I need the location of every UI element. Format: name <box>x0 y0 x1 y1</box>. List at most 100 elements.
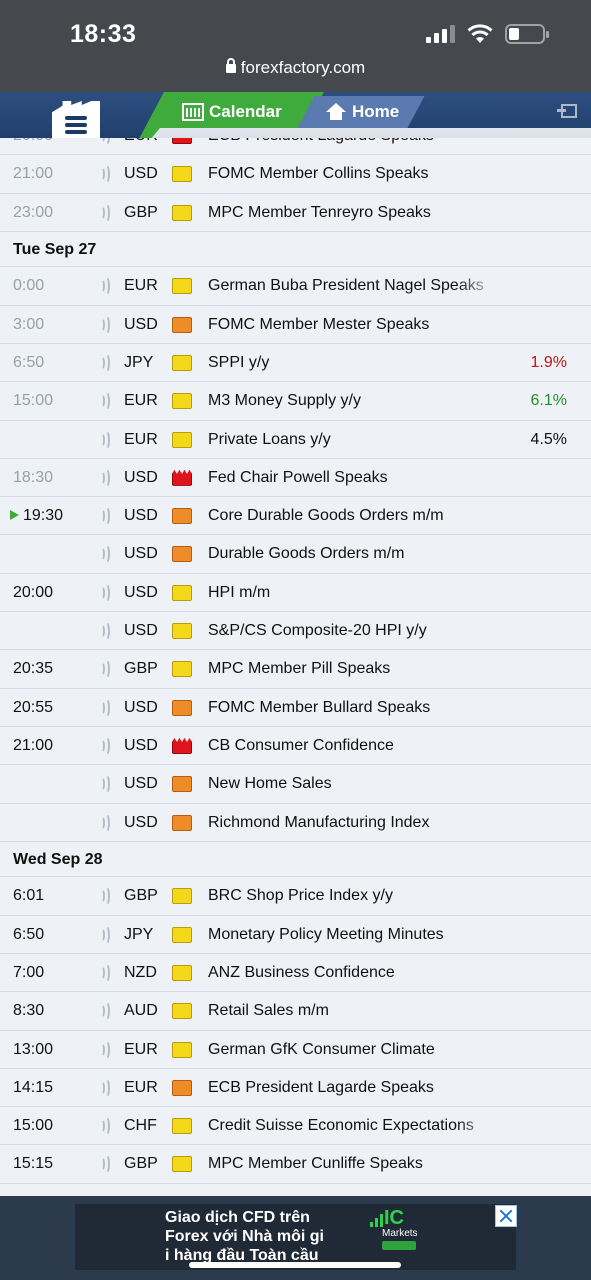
yellow-impact-folder-icon <box>172 964 192 981</box>
calendar-row[interactable]: USD Durable Goods Orders m/m <box>0 535 591 574</box>
sound-alert-icon[interactable] <box>99 202 111 223</box>
calendar-row[interactable]: 20:00 USD HPI m/m <box>0 573 591 613</box>
event-title[interactable]: MPC Member Tenreyro Speaks <box>208 204 500 222</box>
sound-alert-icon[interactable] <box>99 506 111 527</box>
event-title[interactable]: Core Durable Goods Orders m/m <box>208 507 500 525</box>
calendar-row[interactable]: 20:35 GBP MPC Member Pill Speaks <box>0 650 591 689</box>
calendar-row[interactable]: 20:55 USD FOMC Member Bullard Speaks <box>0 688 591 727</box>
sound-alert-icon[interactable] <box>99 582 111 603</box>
calendar-row[interactable]: 6:01 GBP BRC Shop Price Index y/y <box>0 877 591 916</box>
sound-alert-icon[interactable] <box>99 276 111 297</box>
yellow-impact-folder-icon <box>172 1003 192 1020</box>
sound-alert-icon[interactable] <box>99 391 111 412</box>
calendar-row[interactable]: 3:00 USD FOMC Member Mester Speaks <box>0 305 591 344</box>
event-title[interactable]: FOMC Member Collins Speaks <box>208 165 500 183</box>
event-title[interactable]: FOMC Member Bullard Speaks <box>208 699 500 717</box>
event-title[interactable]: German GfK Consumer Climate <box>208 1041 500 1059</box>
sound-alert-icon[interactable] <box>99 774 111 795</box>
event-title[interactable]: Fed Chair Powell Speaks <box>208 469 500 487</box>
event-title[interactable]: German Buba President Nagel Speaks <box>208 277 500 295</box>
calendar-row[interactable]: USD Richmond Manufacturing Index <box>0 803 591 842</box>
calendar-row[interactable]: 7:00 NZD ANZ Business Confidence <box>0 953 591 993</box>
calendar-row[interactable]: 15:15 GBP MPC Member Cunliffe Speaks <box>0 1145 591 1184</box>
event-title[interactable]: S&P/CS Composite-20 HPI y/y <box>208 622 500 640</box>
calendar-row[interactable]: 0:00 EUR German Buba President Nagel Speak… <box>0 267 591 306</box>
event-title[interactable]: ECB President Lagarde Speaks <box>208 1079 500 1097</box>
calendar-table: 20:00 EUR ECB President Lagarde Speaks 21:0… <box>0 138 591 1196</box>
tab-home[interactable]: Home <box>326 96 399 128</box>
event-title[interactable]: New Home Sales <box>208 775 500 793</box>
event-title[interactable]: BRC Shop Price Index y/y <box>208 887 500 905</box>
event-title[interactable]: Credit Suisse Economic Expectations <box>208 1117 500 1135</box>
status-time: 18:33 <box>70 20 137 48</box>
calendar-row[interactable]: 23:00 GBP MPC Member Tenreyro Speaks <box>0 193 591 232</box>
sound-alert-icon[interactable] <box>99 429 111 450</box>
calendar-row[interactable]: 15:00 CHF Credit Suisse Economic Expectati… <box>0 1107 591 1146</box>
sound-alert-icon[interactable] <box>99 1077 111 1098</box>
calendar-row[interactable]: 19:30 USD Core Durable Goods Orders m/m <box>0 497 591 536</box>
calendar-row[interactable]: 8:30 AUD Retail Sales m/m <box>0 992 591 1031</box>
sound-alert-icon[interactable] <box>99 1116 111 1137</box>
event-title[interactable]: CB Consumer Confidence <box>208 737 500 755</box>
event-currency: JPY <box>124 353 154 371</box>
event-title[interactable]: ECB President Lagarde Speaks <box>208 138 500 145</box>
calendar-row[interactable]: 13:00 EUR German GfK Consumer Climate <box>0 1030 591 1069</box>
sound-alert-icon[interactable] <box>99 467 111 488</box>
menu-factory-icon[interactable] <box>52 101 100 141</box>
sound-alert-icon[interactable] <box>99 138 111 146</box>
event-title[interactable]: Richmond Manufacturing Index <box>208 814 500 832</box>
event-title[interactable]: ANZ Business Confidence <box>208 964 500 982</box>
day-header-label: Wed Sep 28 <box>13 850 103 868</box>
calendar-row[interactable]: 18:30 USD Fed Chair Powell Speaks <box>0 458 591 498</box>
event-title[interactable]: Retail Sales m/m <box>208 1002 500 1020</box>
logout-icon[interactable] <box>557 104 577 118</box>
sound-alert-icon[interactable] <box>99 886 111 907</box>
event-title[interactable]: MPC Member Pill Speaks <box>208 660 500 678</box>
yellow-impact-folder-icon <box>172 926 192 943</box>
sound-alert-icon[interactable] <box>99 924 111 945</box>
event-title[interactable]: HPI m/m <box>208 584 500 602</box>
sound-alert-icon[interactable] <box>99 352 111 373</box>
event-title[interactable]: Monetary Policy Meeting Minutes <box>208 926 500 944</box>
sound-alert-icon[interactable] <box>99 621 111 642</box>
event-title[interactable]: FOMC Member Mester Speaks <box>208 316 500 334</box>
yellow-impact-folder-icon <box>172 278 192 295</box>
sound-alert-icon[interactable] <box>99 659 111 680</box>
battery-icon <box>505 24 549 44</box>
event-title[interactable]: SPPI y/y <box>208 354 500 372</box>
calendar-row[interactable]: 15:00 EUR M3 Money Supply y/y 6.1% <box>0 382 591 421</box>
event-title[interactable]: Private Loans y/y <box>208 431 500 449</box>
ad-close-icon[interactable] <box>495 1205 517 1227</box>
calendar-row[interactable]: EUR Private Loans y/y 4.5% <box>0 420 591 459</box>
sound-alert-icon[interactable] <box>99 164 111 185</box>
sound-alert-icon[interactable] <box>99 1154 111 1175</box>
sound-alert-icon[interactable] <box>99 544 111 565</box>
event-time: 6:50 <box>13 925 45 943</box>
day-header: Wed Sep 28 <box>0 841 591 878</box>
calendar-row[interactable]: 20:00 EUR ECB President Lagarde Speaks <box>0 138 591 156</box>
sound-alert-icon[interactable] <box>99 1001 111 1022</box>
calendar-row[interactable]: 21:00 USD FOMC Member Collins Speaks <box>0 155 591 194</box>
event-title[interactable]: Durable Goods Orders m/m <box>208 545 500 563</box>
event-title[interactable]: MPC Member Cunliffe Speaks <box>208 1155 500 1173</box>
ad-banner[interactable]: Giao dịch CFD trên Forex với Nhà môi gi … <box>75 1204 516 1270</box>
day-header-label: Tue Sep 27 <box>13 240 97 258</box>
sound-alert-icon[interactable] <box>99 812 111 833</box>
sound-alert-icon[interactable] <box>99 314 111 335</box>
sound-alert-icon[interactable] <box>99 962 111 983</box>
event-title[interactable]: M3 Money Supply y/y <box>208 392 500 410</box>
event-currency: USD <box>124 165 158 183</box>
calendar-row[interactable]: 6:50 JPY SPPI y/y 1.9% <box>0 343 591 383</box>
sound-alert-icon[interactable] <box>99 697 111 718</box>
event-currency: USD <box>124 583 158 601</box>
calendar-row[interactable]: 14:15 EUR ECB President Lagarde Speaks <box>0 1068 591 1108</box>
calendar-row[interactable]: 21:00 USD CB Consumer Confidence <box>0 726 591 766</box>
calendar-row[interactable]: USD S&P/CS Composite-20 HPI y/y <box>0 612 591 651</box>
url-bar[interactable]: forexfactory.com <box>0 58 591 78</box>
tab-calendar[interactable]: Calendar <box>176 96 292 128</box>
sound-alert-icon[interactable] <box>99 735 111 756</box>
calendar-row[interactable]: USD New Home Sales <box>0 765 591 804</box>
status-icons <box>426 24 549 44</box>
sound-alert-icon[interactable] <box>99 1039 111 1060</box>
calendar-row[interactable]: 6:50 JPY Monetary Policy Meeting Minutes <box>0 915 591 954</box>
